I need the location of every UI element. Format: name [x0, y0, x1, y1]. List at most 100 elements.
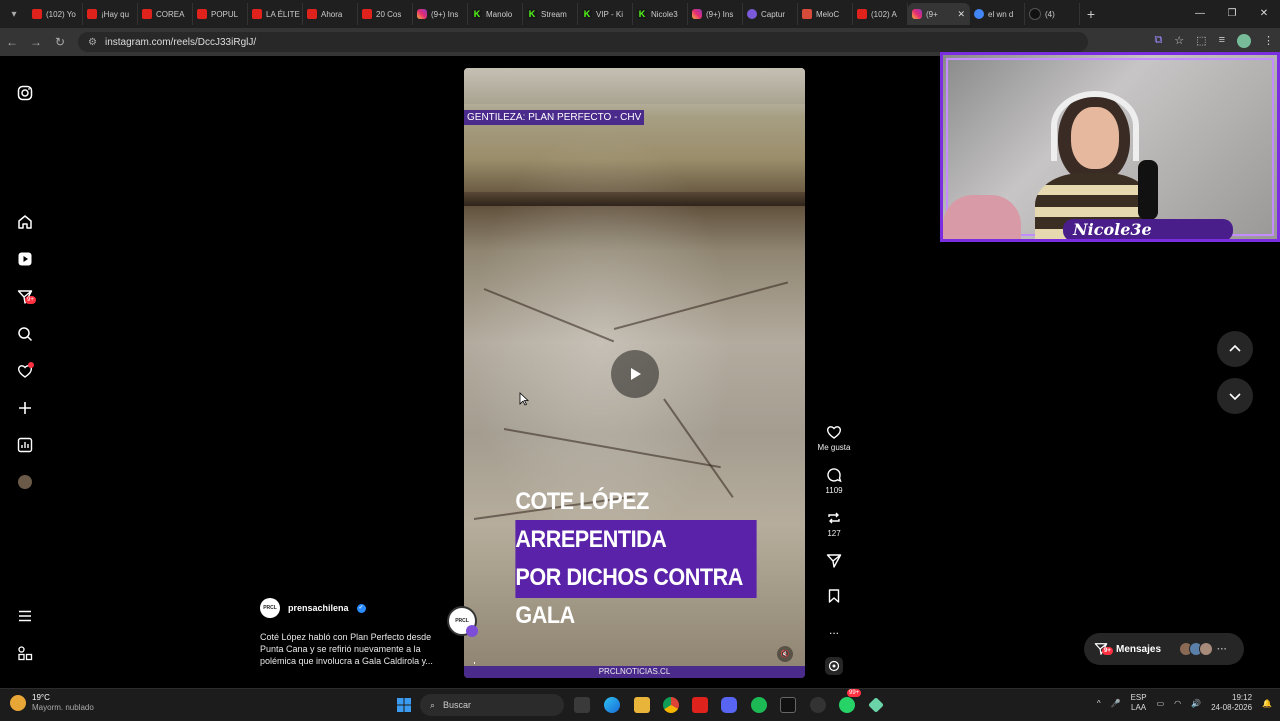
tab-search-icon[interactable]: ▾: [0, 0, 28, 28]
create-plus-icon[interactable]: [16, 399, 34, 417]
close-tab-icon[interactable]: ✕: [957, 9, 965, 20]
profile-avatar[interactable]: [1237, 34, 1251, 48]
audio-icon[interactable]: [825, 657, 843, 675]
browser-tab[interactable]: (102) Yo: [28, 3, 83, 25]
save-button[interactable]: [814, 588, 854, 607]
forward-icon[interactable]: →: [24, 35, 48, 49]
xbox-icon[interactable]: [780, 697, 796, 713]
youtube-icon: [142, 9, 152, 19]
language-indicator[interactable]: ESP LAA: [1131, 693, 1147, 713]
repost-button[interactable]: 127: [814, 510, 854, 538]
maximize-icon[interactable]: ❐: [1216, 0, 1248, 28]
share-icon: [826, 554, 842, 568]
whatsapp-icon[interactable]: 99+: [839, 689, 862, 713]
instagram-logo-icon[interactable]: [16, 84, 34, 102]
browser-tab[interactable]: K Stream: [523, 3, 578, 25]
play-icon[interactable]: [611, 350, 659, 398]
browser-tab[interactable]: (9+) Ins: [413, 3, 468, 25]
more-options-button[interactable]: ...: [814, 623, 854, 637]
file-explorer-icon[interactable]: [634, 697, 650, 713]
search-icon[interactable]: [16, 325, 34, 343]
reel-caption[interactable]: Coté López habló con Plan Perfecto desde…: [260, 631, 442, 667]
tab-list-icon[interactable]: ≡: [1219, 34, 1225, 48]
browser-tab[interactable]: (9+ ✕: [908, 3, 970, 25]
task-view-icon[interactable]: [574, 697, 590, 713]
app-diamond-icon[interactable]: [868, 697, 884, 713]
discord-icon[interactable]: [721, 697, 737, 713]
install-icon[interactable]: ⧉: [1154, 34, 1162, 48]
video-progress[interactable]: [474, 662, 475, 664]
previous-reel-button[interactable]: [1217, 331, 1253, 367]
taskbar-search[interactable]: ⌕ Buscar: [420, 694, 564, 716]
apps-grid-icon[interactable]: [16, 644, 34, 662]
obs-icon[interactable]: [810, 697, 826, 713]
browser-tab[interactable]: LA ÉLITE: [248, 3, 303, 25]
url-field[interactable]: ⚙ instagram.com/reels/DccJ33iRglJ/: [78, 32, 1088, 52]
browser-tab[interactable]: ¡Hay qu: [83, 3, 138, 25]
volume-icon[interactable]: 🔊: [1191, 699, 1201, 708]
reels-nav-icon[interactable]: [16, 250, 34, 268]
browser-tab[interactable]: (4): [1025, 3, 1080, 25]
close-window-icon[interactable]: ✕: [1248, 0, 1280, 28]
browser-tab[interactable]: MeloC: [798, 3, 853, 25]
messages-button[interactable]: 9+ Mensajes ···: [1084, 633, 1244, 665]
display-icon[interactable]: ▭: [1157, 699, 1165, 708]
browser-tab[interactable]: el wn d: [970, 3, 1025, 25]
bookmark-star-icon[interactable]: ☆: [1174, 34, 1184, 48]
verified-badge-icon: ✓: [356, 603, 366, 613]
kick-icon: K: [527, 9, 537, 19]
author-name[interactable]: prensachilena: [288, 603, 349, 613]
spotify-icon[interactable]: [751, 697, 767, 713]
weather-widget[interactable]: 19°C Mayorm. nublado: [10, 693, 94, 713]
reel-author[interactable]: PRCL prensachilena ✓: [260, 598, 366, 618]
browser-tab[interactable]: K Nicole3: [633, 3, 688, 25]
instagram-icon: [912, 9, 922, 19]
youtube-icon: [857, 9, 867, 19]
windows-start-icon[interactable]: [396, 697, 412, 713]
dashboard-icon[interactable]: [16, 436, 34, 454]
site-info-icon[interactable]: ⚙: [88, 37, 97, 48]
browser-menu-icon[interactable]: ⋮: [1263, 34, 1274, 48]
direct-messages-icon[interactable]: 9+: [16, 288, 36, 306]
browser-tab[interactable]: 20 Cos: [358, 3, 413, 25]
profile-avatar-icon[interactable]: [16, 473, 34, 491]
wifi-icon[interactable]: ◠: [1174, 699, 1181, 708]
tab-title: (9+) Ins: [706, 9, 734, 19]
home-icon[interactable]: [16, 213, 34, 231]
browser-tab[interactable]: (102) A: [853, 3, 908, 25]
tray-chevron-icon[interactable]: ^: [1097, 699, 1101, 708]
headline-line-1: COTE LÓPEZ ARREPENTIDA: [515, 488, 667, 553]
menu-hamburger-icon[interactable]: [16, 607, 34, 625]
browser-tab[interactable]: Captur: [743, 3, 798, 25]
browser-tab[interactable]: (9+) Ins: [688, 3, 743, 25]
microphone-tray-icon[interactable]: 🎤: [1111, 699, 1121, 708]
back-icon[interactable]: ←: [0, 35, 24, 49]
tab-title: Ahora: [321, 9, 343, 19]
edge-icon[interactable]: [604, 697, 620, 713]
reload-icon[interactable]: ↻: [48, 35, 72, 49]
extensions-icon[interactable]: ⬚: [1196, 34, 1206, 48]
browser-tab[interactable]: COREA: [138, 3, 193, 25]
minimize-icon[interactable]: —: [1184, 0, 1216, 28]
reel-video[interactable]: GENTILEZA: PLAN PERFECTO - CHV COTE LÓPE…: [464, 68, 805, 678]
next-reel-button[interactable]: [1217, 378, 1253, 414]
tab-title: (9+) Ins: [431, 9, 459, 19]
tab-title: Stream: [541, 9, 567, 19]
youtube-app-icon[interactable]: [692, 697, 708, 713]
video-headline: COTE LÓPEZ ARREPENTIDA POR DICHOS CONTRA…: [515, 488, 757, 629]
clock[interactable]: 19:12 24-08-2026: [1211, 693, 1252, 713]
chrome-icon[interactable]: [663, 697, 679, 713]
comment-button[interactable]: 1109: [814, 467, 854, 495]
share-button[interactable]: [814, 553, 854, 572]
browser-tab[interactable]: POPUL: [193, 3, 248, 25]
like-button[interactable]: Me gusta: [814, 424, 854, 452]
browser-tab[interactable]: K VIP - Ki: [578, 3, 633, 25]
messages-badge: 9+: [1102, 647, 1113, 655]
notifications-bell-icon[interactable]: 🔔: [1262, 699, 1272, 708]
browser-tab[interactable]: Ahora: [303, 3, 358, 25]
author-avatar[interactable]: PRCL: [260, 598, 280, 618]
mute-icon[interactable]: 🔇: [777, 646, 793, 662]
heart-icon[interactable]: [16, 362, 34, 380]
new-tab-button[interactable]: +: [1080, 6, 1102, 22]
browser-tab[interactable]: K Manolo: [468, 3, 523, 25]
